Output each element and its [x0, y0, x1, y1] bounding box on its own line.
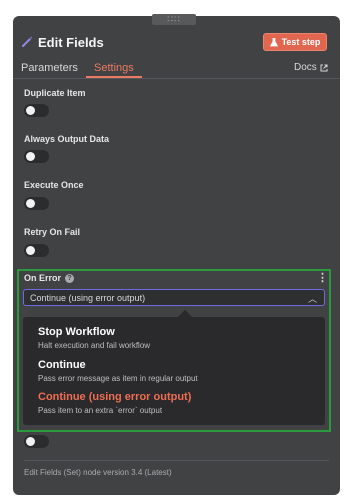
tab-parameters[interactable]: Parameters [21, 62, 78, 74]
on-error-label: On Error ? [24, 273, 75, 283]
docs-label: Docs [294, 62, 317, 73]
page-title: Edit Fields [38, 35, 104, 50]
option-description: Pass error message as item in regular ou… [38, 374, 198, 383]
tabs-divider [13, 78, 340, 79]
flask-icon [269, 37, 278, 46]
option-continue-error-output[interactable]: Continue (using error output) Pass item … [38, 391, 191, 415]
setting-label-duplicate-item: Duplicate Item [24, 88, 86, 98]
option-title: Stop Workflow [38, 326, 115, 338]
setting-label-retry-on-fail: Retry On Fail [24, 227, 81, 237]
docs-link[interactable]: Docs [294, 62, 328, 73]
on-error-select[interactable]: Continue (using error output) ︿ [23, 289, 325, 306]
option-description: Halt execution and fail workflow [38, 341, 151, 350]
footer-divider [24, 460, 329, 461]
help-icon[interactable]: ? [65, 273, 75, 283]
external-link-icon [320, 64, 328, 71]
toggle-knob [26, 106, 35, 115]
test-step-button[interactable]: Test step [263, 33, 327, 51]
setting-label-execute-once: Execute Once [24, 180, 84, 190]
toggle-knob [26, 152, 35, 161]
toggle-knob [26, 437, 35, 446]
option-stop-workflow[interactable]: Stop Workflow Halt execution and fail wo… [38, 326, 150, 350]
option-title: Continue [38, 359, 86, 371]
duplicate-item-toggle[interactable] [24, 104, 49, 117]
execute-once-toggle[interactable] [24, 197, 49, 210]
chevron-up-icon: ︿ [307, 294, 317, 304]
setting-label-always-output-data: Always Output Data [24, 134, 110, 144]
setting-toggle[interactable] [24, 435, 49, 448]
retry-on-fail-toggle[interactable] [24, 244, 49, 257]
pencil-icon [22, 36, 33, 47]
option-description: Pass item to an extra `error` output [38, 406, 163, 415]
toggle-knob [26, 246, 35, 255]
option-continue[interactable]: Continue Pass error message as item in r… [38, 359, 198, 383]
tab-settings[interactable]: Settings [94, 62, 134, 74]
on-error-select-value: Continue (using error output) [30, 292, 146, 303]
toggle-knob [26, 199, 35, 208]
option-title: Continue (using error output) [38, 391, 192, 403]
drag-handle[interactable]: ∷∷ [152, 14, 196, 25]
test-step-label: Test step [281, 37, 321, 47]
options-menu-icon[interactable]: ⋮ [317, 271, 328, 284]
on-error-label-text: On Error [24, 273, 62, 283]
node-version-text: Edit Fields (Set) node version 3.4 (Late… [24, 468, 172, 477]
on-error-dropdown: Stop Workflow Halt execution and fail wo… [23, 309, 325, 425]
always-output-data-toggle[interactable] [24, 150, 49, 163]
node-settings-panel: Edit Fields Test step Parameters Setting… [13, 16, 340, 495]
